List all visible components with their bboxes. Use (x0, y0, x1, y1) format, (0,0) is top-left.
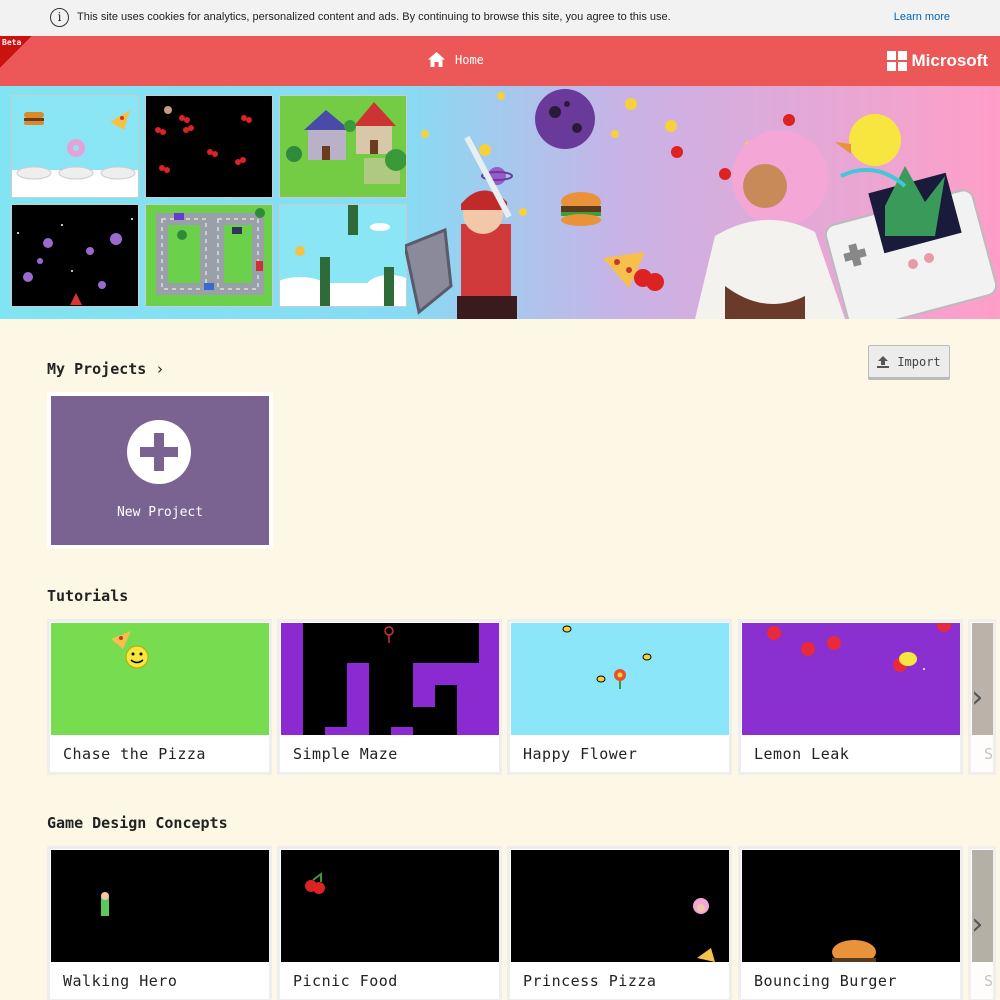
microsoft-logo-icon (886, 51, 907, 71)
card-title: Chase the Pizza (63, 745, 206, 763)
card-title: Walking Hero (63, 972, 178, 990)
card-title: Bouncing Burger (754, 972, 897, 990)
beta-ribbon: Beta (0, 36, 32, 68)
banner-tile-food (11, 95, 139, 198)
game-design-concepts-heading: Game Design Concepts (47, 814, 228, 832)
tutorials-next-arrow-icon[interactable]: › (962, 678, 992, 718)
card-thumbnail (51, 623, 269, 735)
microsoft-logo[interactable]: Microsoft (886, 51, 988, 71)
card-title: Simple Maze (293, 745, 398, 763)
home-icon (428, 52, 445, 67)
concepts-next-arrow-icon[interactable]: › (962, 905, 992, 945)
tutorial-card-happy-flower[interactable]: Happy Flower (507, 619, 732, 775)
banner-tile-racetrack (145, 204, 273, 307)
tutorials-heading: Tutorials (47, 587, 129, 605)
banner-tile-cherries (145, 95, 273, 198)
tutorial-card-chase-the-pizza[interactable]: Chase the Pizza (47, 619, 272, 775)
card-thumbnail (281, 623, 499, 735)
card-title: St (984, 972, 994, 990)
tutorial-card-simple-maze[interactable]: Simple Maze (277, 619, 502, 775)
new-project-card[interactable]: New Project (47, 392, 273, 549)
card-title: Si (984, 745, 994, 763)
banner-illustration (405, 89, 998, 319)
home-link[interactable]: Home (428, 52, 484, 67)
card-title: Lemon Leak (754, 745, 850, 763)
card-thumbnail (281, 850, 499, 962)
upload-icon (877, 355, 890, 368)
learn-more-link[interactable]: Learn more (894, 11, 950, 23)
hero-banner (0, 86, 1000, 319)
banner-tile-flappy (279, 204, 407, 307)
card-thumbnail (51, 850, 269, 962)
info-icon: i (50, 8, 69, 27)
banner-tile-village (279, 95, 407, 198)
tutorial-card-lemon-leak[interactable]: Lemon Leak (738, 619, 963, 775)
cookie-text: This site uses cookies for analytics, pe… (77, 11, 671, 23)
top-header: Beta Home Microsoft (0, 36, 1000, 86)
concept-card-bouncing-burger[interactable]: Bouncing Burger (738, 846, 963, 1000)
chevron-right-icon: › (155, 360, 165, 378)
banner-tile-space (11, 204, 139, 307)
my-projects-heading[interactable]: My Projects › (47, 360, 164, 378)
card-title: Princess Pizza (523, 972, 657, 990)
concept-card-picnic-food[interactable]: Picnic Food (277, 846, 502, 1000)
card-thumbnail (511, 623, 729, 735)
card-thumbnail (511, 850, 729, 962)
card-thumbnail (742, 623, 960, 735)
concept-card-princess-pizza[interactable]: Princess Pizza (507, 846, 732, 1000)
card-title: Picnic Food (293, 972, 398, 990)
home-label: Home (455, 52, 484, 67)
concept-card-walking-hero[interactable]: Walking Hero (47, 846, 272, 1000)
card-title: Happy Flower (523, 745, 638, 763)
plus-icon (127, 420, 191, 484)
new-project-label: New Project (116, 505, 204, 520)
import-button[interactable]: Import (868, 345, 950, 378)
cookie-banner: i This site uses cookies for analytics, … (0, 0, 1000, 36)
card-thumbnail (742, 850, 960, 962)
